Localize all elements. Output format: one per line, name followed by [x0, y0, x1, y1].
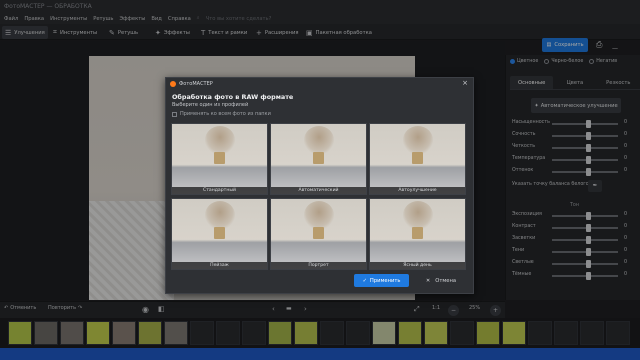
profile-standard[interactable]: Стандартный — [171, 123, 268, 195]
check-icon: ✓ — [362, 277, 367, 284]
raw-processing-dialog: ФотоМАСТЕР × Обработка фото в RAW формат… — [165, 77, 474, 294]
profile-grid: Стандартный Автоматический Автоулучшение… — [171, 123, 468, 272]
app-window: ФотоМАСТЕР — ОБРАБОТКА Файл Правка Инстр… — [0, 0, 640, 360]
dialog-titlebar: ФотоМАСТЕР — [166, 78, 473, 90]
close-icon[interactable]: × — [462, 79, 468, 87]
dialog-subtitle: Выберите один из профилей — [172, 102, 249, 108]
apply-all-checkbox[interactable]: Применять ко всем фото из папки — [172, 111, 271, 117]
apply-button[interactable]: ✓ Применить — [354, 274, 409, 287]
dialog-app-name: ФотоМАСТЕР — [179, 81, 213, 87]
profile-clear-day[interactable]: Ясный день — [369, 198, 466, 270]
cancel-button[interactable]: ✕ Отмена — [416, 274, 466, 287]
dialog-title: Обработка фото в RAW формате — [172, 93, 294, 101]
profile-landscape[interactable]: Пейзаж — [171, 198, 268, 270]
app-logo-icon — [170, 81, 176, 87]
profile-automatic[interactable]: Автоматический — [270, 123, 367, 195]
profile-portrait[interactable]: Портрет — [270, 198, 367, 270]
profile-auto-enhance[interactable]: Автоулучшение — [369, 123, 466, 195]
close-icon: ✕ — [425, 277, 431, 284]
